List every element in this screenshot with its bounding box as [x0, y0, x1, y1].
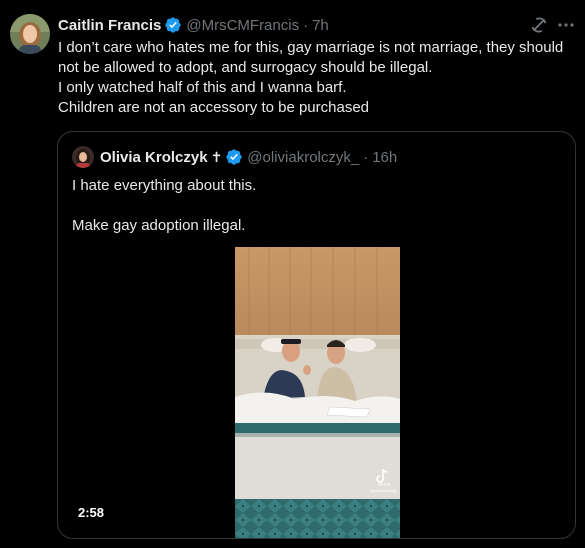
- video-duration: 2:58: [78, 505, 105, 520]
- tweet-line: I don’t care who hates me for this, gay …: [58, 39, 564, 56]
- quoted-timestamp[interactable]: 16h: [372, 149, 397, 166]
- quoted-tweet[interactable]: Olivia Krolczyk ✝ @oliviakrolczyk_ · 16h…: [57, 131, 576, 539]
- tweet-header: Caitlin Francis @MrsCMFrancis · 7h: [58, 15, 329, 35]
- separator-dot: ·: [303, 16, 309, 34]
- quoted-author-name[interactable]: Olivia Krolczyk: [100, 149, 208, 166]
- video-thumbnail: TikTok @ourfamilyvlog: [235, 247, 400, 538]
- tweet[interactable]: Caitlin Francis @MrsCMFrancis · 7h I don…: [0, 0, 585, 548]
- quoted-author-handle[interactable]: @oliviakrolczyk_: [247, 149, 359, 166]
- author-handle[interactable]: @MrsCMFrancis: [186, 17, 299, 34]
- tweet-line: I only watched half of this and I wanna …: [58, 79, 347, 96]
- quoted-line: I hate everything about this.: [72, 177, 257, 194]
- tiktok-watermark: TikTok: [378, 482, 392, 487]
- separator-dot: ·: [363, 148, 369, 166]
- quoted-text: I hate everything about this. Make gay a…: [72, 176, 256, 236]
- quoted-author-avatar[interactable]: [72, 146, 94, 168]
- tweet-text: I don’t care who hates me for this, gay …: [58, 38, 578, 118]
- cross-icon: ✝: [210, 148, 223, 165]
- author-avatar[interactable]: [10, 14, 50, 54]
- verified-badge-icon: [164, 16, 182, 34]
- verified-badge-icon: [225, 148, 243, 166]
- grok-icon[interactable]: [528, 14, 550, 36]
- more-options-icon[interactable]: [555, 16, 577, 34]
- author-name[interactable]: Caitlin Francis: [58, 17, 161, 34]
- tweet-line: Children are not an accessory to be purc…: [58, 99, 370, 116]
- tweet-line: not be allowed to adopt, and surrogacy s…: [58, 59, 433, 76]
- quoted-line: Make gay adoption illegal.: [72, 217, 246, 234]
- tiktok-watermark-handle: @ourfamilyvlog: [370, 489, 396, 493]
- video-player[interactable]: TikTok @ourfamilyvlog: [235, 247, 400, 538]
- tweet-timestamp[interactable]: 7h: [312, 17, 329, 34]
- quoted-header: Olivia Krolczyk ✝ @oliviakrolczyk_ · 16h: [100, 146, 397, 168]
